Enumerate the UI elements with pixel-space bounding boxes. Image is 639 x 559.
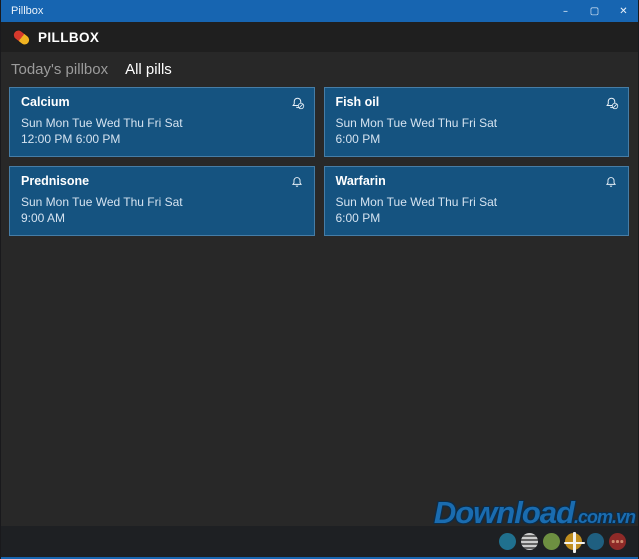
pill-schedule: Sun Mon Tue Wed Thu Fri Sat 12:00 PM 6:0… xyxy=(21,116,303,148)
pill-times: 6:00 PM xyxy=(335,211,381,226)
pill-days: Sun Mon Tue Wed Thu Fri Sat xyxy=(335,195,498,210)
pill-capsule-icon xyxy=(12,28,31,46)
teal-dot-button[interactable] xyxy=(499,533,516,550)
pill-times: 6:00 PM xyxy=(335,132,381,147)
pill-card-fish-oil[interactable]: Fish oil Sun Mon Tue Wed Thu Fri Sat 6:0… xyxy=(323,87,629,157)
pill-days: Sun Mon Tue Wed Thu Fri Sat xyxy=(335,116,498,131)
reminder-off-bell-icon xyxy=(604,95,619,112)
window-titlebar: Pillbox – ▢ ✕ xyxy=(1,0,638,22)
app-title: PILLBOX xyxy=(38,29,100,45)
pill-days: Sun Mon Tue Wed Thu Fri Sat xyxy=(21,195,183,210)
watermark-suffix-text: .com.vn xyxy=(573,507,636,527)
pill-schedule: Sun Mon Tue Wed Thu Fri Sat 9:00 AM xyxy=(21,195,303,227)
window-title: Pillbox xyxy=(11,5,44,17)
tab-all-pills[interactable]: All pills xyxy=(125,61,172,78)
pill-times: 12:00 PM 6:00 PM xyxy=(21,132,121,147)
minimize-button[interactable]: – xyxy=(551,0,580,22)
teal-dot-button-2[interactable] xyxy=(587,533,604,550)
window-controls: – ▢ ✕ xyxy=(551,0,638,22)
maximize-icon: ▢ xyxy=(589,5,600,17)
close-icon: ✕ xyxy=(619,5,628,17)
bottom-appbar xyxy=(1,526,638,557)
reminder-off-bell-icon xyxy=(290,95,305,112)
pill-times: 9:00 AM xyxy=(21,211,66,226)
appbar-button-group xyxy=(499,532,626,553)
pill-card-prednisone[interactable]: Prednisone Sun Mon Tue Wed Thu Fri Sat 9… xyxy=(9,166,315,236)
pill-cards-grid: Calcium Sun Mon Tue Wed Thu Fri Sat 12:0… xyxy=(9,87,629,236)
reminder-bell-icon xyxy=(604,174,619,191)
pill-name: Calcium xyxy=(21,95,70,109)
tab-bar: Today's pillbox All pills xyxy=(1,52,638,87)
more-button[interactable] xyxy=(609,533,626,550)
watermark-main-text: Download xyxy=(433,495,575,530)
pill-card-warfarin[interactable]: Warfarin Sun Mon Tue Wed Thu Fri Sat 6:0… xyxy=(323,166,629,236)
pill-name: Fish oil xyxy=(335,95,380,109)
add-pill-button[interactable] xyxy=(564,532,585,553)
pill-name: Warfarin xyxy=(335,174,386,188)
list-view-button[interactable] xyxy=(521,533,538,550)
pill-days: Sun Mon Tue Wed Thu Fri Sat xyxy=(21,116,183,131)
green-dot-button[interactable] xyxy=(543,533,560,550)
maximize-button[interactable]: ▢ xyxy=(580,0,609,22)
pill-name: Prednisone xyxy=(21,174,90,188)
close-button[interactable]: ✕ xyxy=(609,0,638,22)
reminder-bell-icon xyxy=(290,174,305,191)
tab-todays-pillbox[interactable]: Today's pillbox xyxy=(11,61,108,78)
minimize-icon: – xyxy=(563,5,568,17)
pill-schedule: Sun Mon Tue Wed Thu Fri Sat 6:00 PM xyxy=(336,195,618,227)
pill-schedule: Sun Mon Tue Wed Thu Fri Sat 6:00 PM xyxy=(336,116,618,148)
pill-card-calcium[interactable]: Calcium Sun Mon Tue Wed Thu Fri Sat 12:0… xyxy=(9,87,315,157)
app-header: PILLBOX xyxy=(1,22,638,52)
